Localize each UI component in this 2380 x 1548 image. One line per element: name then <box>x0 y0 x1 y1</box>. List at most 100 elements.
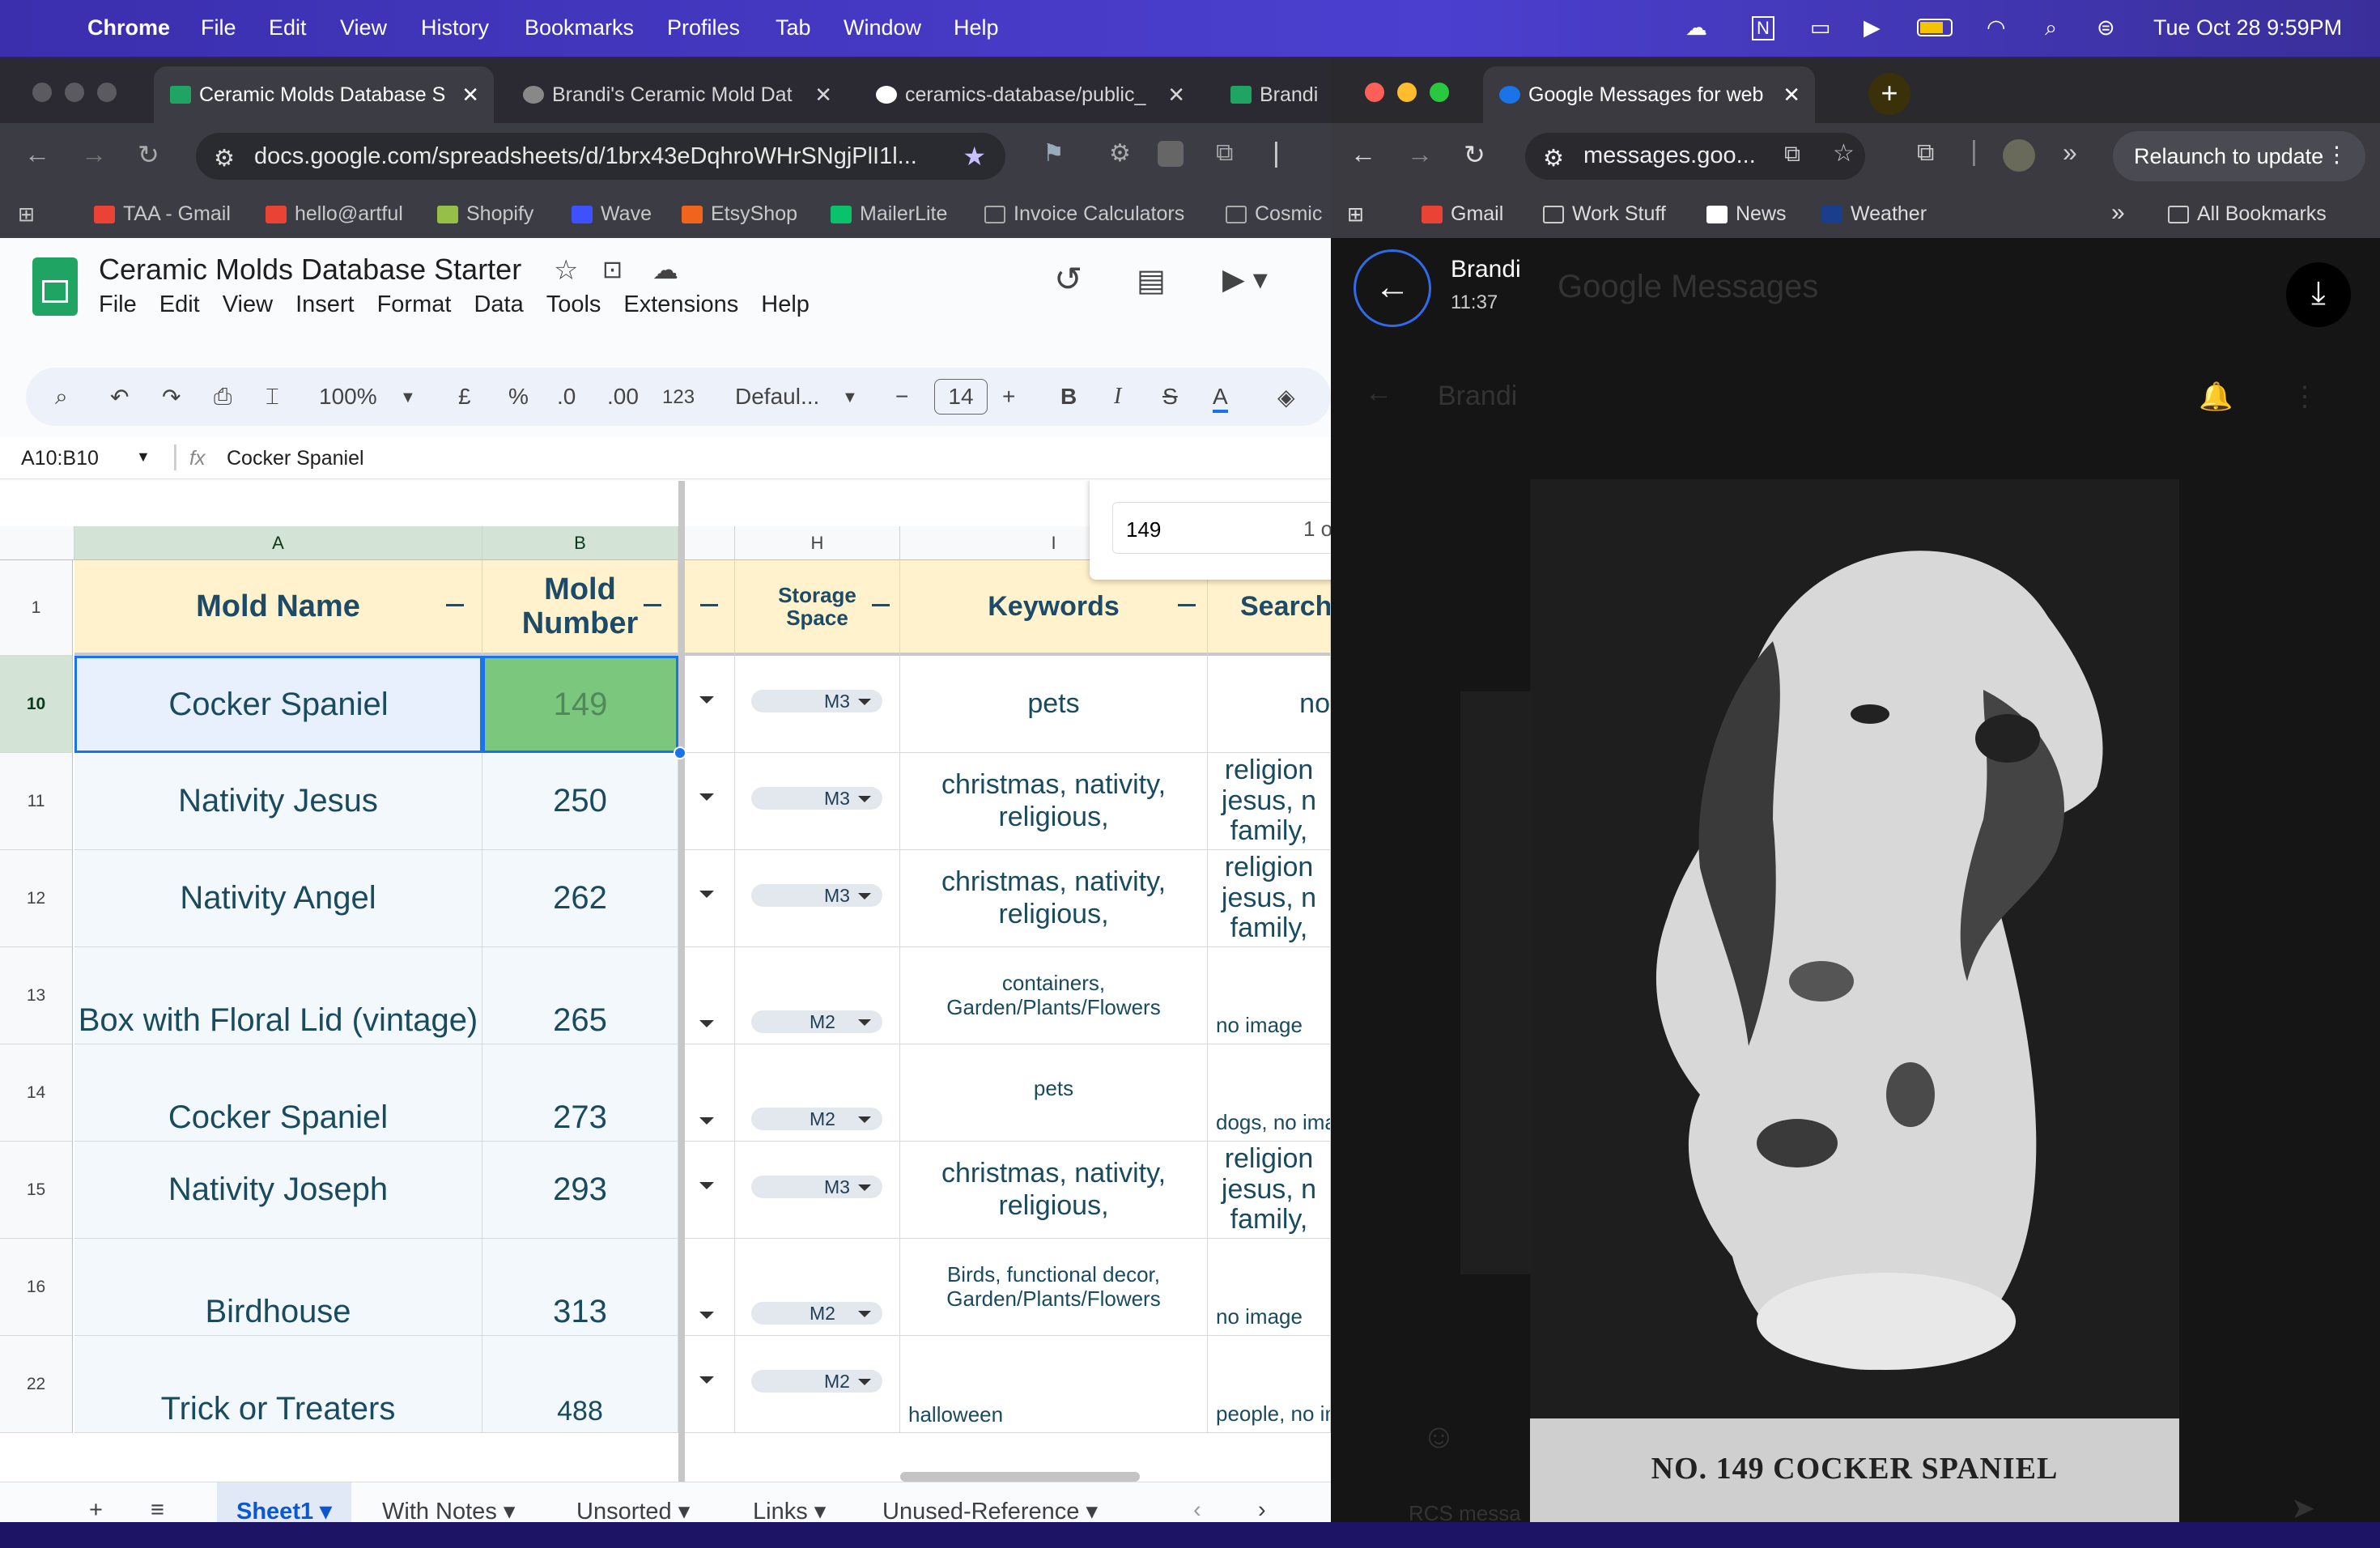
find-input[interactable]: 149 <box>1112 502 1331 554</box>
chevron-down-icon[interactable] <box>699 1182 714 1189</box>
sheet-tab-with-notes[interactable]: With Notes ▾ <box>382 1497 515 1525</box>
cell-mold-name[interactable]: Trick or Treaters <box>74 1336 482 1433</box>
extension-icon[interactable] <box>1158 141 1184 167</box>
cell-storage[interactable]: M3 <box>735 656 900 753</box>
cell-storage[interactable]: M2 <box>735 1336 900 1433</box>
cell-search[interactable]: no image <box>1208 947 1331 1044</box>
chevron-down-icon[interactable] <box>699 793 714 801</box>
cell-search[interactable]: religion jesus, n family, <box>1208 753 1331 850</box>
menu-data[interactable]: Data <box>474 291 523 317</box>
menu-bookmarks[interactable]: Bookmarks <box>525 15 634 40</box>
window-min-dot[interactable] <box>65 83 84 102</box>
reload-icon[interactable]: ↻ <box>1464 139 1485 170</box>
chevron-down-icon[interactable] <box>699 1117 714 1125</box>
cell-keywords[interactable]: pets <box>900 656 1208 753</box>
storage-chip[interactable]: M2 <box>751 1370 882 1393</box>
bookmark-work-stuff[interactable]: Work Stuff <box>1543 202 1666 226</box>
menu-history[interactable]: History <box>421 15 489 40</box>
close-viewer-button[interactable]: ← <box>1354 249 1431 327</box>
cell-dropdown[interactable] <box>685 947 735 1044</box>
print-icon[interactable]: ⎙ <box>214 384 232 410</box>
bookmark-star-icon[interactable]: ☆ <box>1833 139 1855 168</box>
chevron-down-icon[interactable]: ▼ <box>842 389 858 407</box>
chevron-down-icon[interactable] <box>699 1020 714 1027</box>
add-sheet-button[interactable]: + <box>89 1497 103 1524</box>
tab-google-messages[interactable]: Google Messages for web ✕ <box>1483 66 1815 123</box>
filter-icon[interactable] <box>872 604 890 615</box>
menu-tab[interactable]: Tab <box>776 15 811 40</box>
header-hidden[interactable] <box>685 560 735 656</box>
column-header-b[interactable]: B <box>482 526 678 560</box>
download-icon[interactable]: ⤓ <box>2286 262 2351 327</box>
cell-dropdown[interactable] <box>685 1142 735 1239</box>
menu-profiles[interactable]: Profiles <box>667 15 740 40</box>
storage-chip[interactable]: M2 <box>751 1302 882 1325</box>
new-tab-button[interactable]: + <box>1868 73 1910 115</box>
window-min-dot[interactable] <box>1397 83 1417 102</box>
cell-mold-name[interactable]: Nativity Joseph <box>74 1142 482 1239</box>
row-header[interactable]: 15 <box>0 1142 73 1239</box>
zoom-select[interactable]: 100% <box>319 384 377 410</box>
all-sheets-icon[interactable]: ≡ <box>151 1497 164 1524</box>
number-format-button[interactable]: 123 <box>662 386 695 409</box>
percent-button[interactable]: % <box>508 384 529 410</box>
row-header[interactable]: 10 <box>0 656 73 753</box>
window-close-dot[interactable] <box>1365 83 1384 102</box>
sheet-tab-unsorted[interactable]: Unsorted ▾ <box>576 1497 690 1525</box>
row-header[interactable]: 12 <box>0 850 73 947</box>
cell-mold-name[interactable]: Nativity Angel <box>74 850 482 947</box>
storage-chip[interactable]: M3 <box>751 884 882 907</box>
chevron-double-right-icon[interactable]: » <box>2111 199 2125 227</box>
site-info-icon[interactable]: ⚙ <box>214 144 235 172</box>
menu-file[interactable]: File <box>201 15 236 40</box>
bookmark-weather[interactable]: Weather <box>1821 202 1927 226</box>
menu-format[interactable]: Format <box>377 291 452 317</box>
bookmark-wave[interactable]: Wave <box>572 202 652 226</box>
bold-button[interactable]: B <box>1060 384 1077 410</box>
cell-mold-name[interactable]: Cocker Spaniel <box>74 1044 482 1142</box>
bookmark-news[interactable]: News <box>1706 202 1787 226</box>
puzzle-icon[interactable]: ⧉ <box>1917 139 1934 167</box>
play-icon[interactable]: ▶ <box>1864 15 1881 40</box>
search-menus-icon[interactable]: ⌕ <box>55 384 68 410</box>
star-icon[interactable]: ☆ <box>554 254 578 287</box>
cell-mold-name[interactable]: Birdhouse <box>74 1239 482 1336</box>
sheet-tab-links[interactable]: Links ▾ <box>753 1497 826 1525</box>
cell-search[interactable]: no image <box>1208 1239 1331 1336</box>
column-header-a[interactable]: A <box>74 526 482 560</box>
forward-icon[interactable]: → <box>1407 139 1433 169</box>
chevron-down-icon[interactable] <box>699 696 714 704</box>
fill-color-icon[interactable]: ◈ <box>1277 384 1295 410</box>
reload-icon[interactable]: ↻ <box>138 139 159 170</box>
cell-mold-name[interactable]: Box with Floral Lid (vintage) <box>74 947 482 1044</box>
more-vert-icon[interactable]: ⋮ <box>2326 142 2348 168</box>
column-header-hidden[interactable] <box>685 526 735 560</box>
undo-icon[interactable]: ↶ <box>110 384 129 410</box>
row-header[interactable]: 14 <box>0 1044 73 1142</box>
header-mold-name[interactable]: Mold Name <box>74 560 482 656</box>
freeze-divider[interactable] <box>678 481 685 1482</box>
cloud-icon[interactable]: ☁ <box>1685 15 1707 40</box>
meet-icon[interactable]: ▶ ▾ <box>1222 262 1268 296</box>
cell-mold-number[interactable]: 488 <box>482 1336 678 1433</box>
storage-chip[interactable]: M3 <box>751 690 882 712</box>
filter-icon[interactable] <box>644 604 661 615</box>
chevron-double-right-icon[interactable]: » <box>2063 138 2077 168</box>
cell-keywords[interactable]: Birds, functional decor, Garden/Plants/F… <box>900 1239 1208 1336</box>
font-size-increase-icon[interactable]: + <box>1002 384 1015 410</box>
address-bar[interactable]: ⚙ messages.goo... <box>1525 133 1865 180</box>
cell-mold-number[interactable]: 265 <box>482 947 678 1044</box>
font-size-input[interactable]: 14 <box>934 379 988 415</box>
apps-grid-icon[interactable]: ⊞ <box>18 202 35 227</box>
bookmark-mailerlite[interactable]: MailerLite <box>831 202 947 226</box>
menu-help[interactable]: Help <box>954 15 999 40</box>
italic-button[interactable]: I <box>1114 384 1121 410</box>
row-header-1[interactable]: 1 <box>0 560 73 656</box>
menu-edit[interactable]: Edit <box>159 291 200 317</box>
bookmark-shopify[interactable]: Shopify <box>437 202 533 226</box>
cell-storage[interactable]: M3 <box>735 850 900 947</box>
cell-dropdown[interactable] <box>685 1044 735 1142</box>
menu-help[interactable]: Help <box>761 291 810 317</box>
back-icon[interactable]: ← <box>1350 139 1376 169</box>
storage-chip[interactable]: M3 <box>751 787 882 810</box>
